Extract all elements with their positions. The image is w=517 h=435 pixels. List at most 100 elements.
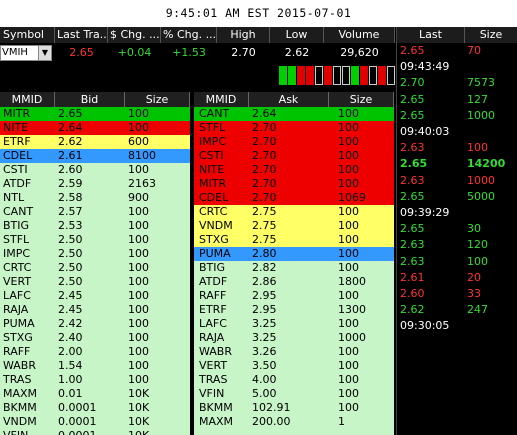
table-row[interactable]: MITR 2.70 100 [194, 177, 394, 191]
ask-col-ask[interactable]: Ask [249, 92, 329, 107]
trade-price: 2.65 [400, 222, 425, 236]
table-row[interactable]: LAFC 2.45 100 [0, 289, 190, 303]
time-sales-header: Last Size [397, 27, 517, 43]
cell-price: 2.70 [252, 121, 277, 134]
table-row[interactable]: RAJA 3.25 1000 [194, 331, 394, 345]
cell-mmid: BTIG [199, 261, 226, 274]
table-row[interactable]: CDEL 2.61 8100 [0, 149, 190, 163]
cell-mmid: MITR [3, 107, 31, 120]
col-header-last-trade[interactable]: Last Tra... [55, 27, 108, 43]
table-row[interactable]: STFL 2.70 100 [194, 121, 394, 135]
cell-size: 100 [128, 359, 149, 372]
bid-col-size[interactable]: Size [125, 92, 190, 107]
table-row[interactable]: VFIN 0.0001 10K [0, 429, 190, 435]
col-header-symbol[interactable]: Symbol [0, 27, 55, 43]
cell-size: 600 [128, 135, 149, 148]
table-row[interactable]: CRTC 2.75 100 [194, 205, 394, 219]
table-row[interactable]: RAFF 2.95 100 [194, 289, 394, 303]
table-row[interactable]: CSTI 2.60 100 [0, 163, 190, 177]
symbol-select[interactable]: VMIH ▼ [0, 45, 52, 61]
col-header-high[interactable]: High [217, 27, 270, 43]
trade-size: 247 [467, 303, 488, 317]
table-row[interactable]: IMPC 2.70 100 [194, 135, 394, 149]
table-row[interactable]: TRAS 1.00 100 [0, 373, 190, 387]
cell-mmid: ETRF [199, 303, 227, 316]
trade-price: 2.65 [400, 108, 425, 122]
table-row[interactable]: ATDF 2.59 2163 [0, 177, 190, 191]
cell-mmid: VERT [3, 275, 32, 288]
activity-bar [333, 66, 341, 85]
col-header-percent-change[interactable]: % Chg. ... [161, 27, 217, 43]
table-row[interactable]: ETRF 2.95 1300 [194, 303, 394, 317]
table-row[interactable]: MAXM 200.00 1 [194, 415, 394, 429]
col-header-volume[interactable]: Volume [324, 27, 395, 43]
ask-col-size[interactable]: Size [329, 92, 394, 107]
table-row[interactable]: NITE 2.70 100 [194, 163, 394, 177]
cell-mmid: CDEL [199, 191, 229, 204]
cell-size: 10K [128, 387, 150, 400]
cell-price: 2.80 [252, 247, 277, 260]
table-row[interactable]: VFIN 5.00 100 [194, 387, 394, 401]
table-row[interactable]: LAFC 3.25 100 [194, 317, 394, 331]
ask-table: MMID Ask Size CANT 2.64 100 STFL 2.70 100 IMPC… [194, 92, 394, 435]
table-row[interactable]: BKMM 102.91 100 [194, 401, 394, 415]
table-row[interactable]: WABR 3.26 100 [194, 345, 394, 359]
cell-mmid: CANT [199, 107, 230, 120]
table-row[interactable]: BTIG 2.82 100 [194, 261, 394, 275]
time-stamp-row: 09:39:29 [397, 206, 517, 220]
trade-price: 2.65 [400, 44, 425, 57]
cell-size: 100 [338, 149, 359, 162]
ts-col-size[interactable]: Size [465, 27, 517, 43]
cell-price: 2.50 [58, 261, 83, 274]
table-row[interactable]: TRAS 4.00 100 [194, 373, 394, 387]
table-row[interactable]: MAXM 0.01 10K [0, 387, 190, 401]
col-header-low[interactable]: Low [270, 27, 324, 43]
table-row[interactable]: VERT 2.50 100 [0, 275, 190, 289]
table-row[interactable]: PUMA 2.42 100 [0, 317, 190, 331]
table-row[interactable]: NITE 2.64 100 [0, 121, 190, 135]
table-row[interactable]: ATDF 2.86 1800 [194, 275, 394, 289]
trade-price: 2.60 [400, 287, 425, 300]
table-row[interactable]: WABR 1.54 100 [0, 359, 190, 373]
cell-mmid: RAFF [199, 289, 227, 302]
table-row[interactable]: CANT 2.64 100 [194, 107, 394, 121]
table-row[interactable]: NTL 2.58 900 [0, 191, 190, 205]
cell-mmid: CSTI [3, 163, 28, 176]
table-row[interactable]: IMPC 2.50 100 [0, 247, 190, 261]
table-row[interactable]: STXG 2.40 100 [0, 331, 190, 345]
col-header-dollar-change[interactable]: $ Chg. ... [108, 27, 161, 43]
table-row[interactable]: RAFF 2.00 100 [0, 345, 190, 359]
cell-price: 2.42 [58, 317, 83, 330]
bid-col-bid[interactable]: Bid [55, 92, 125, 107]
trade-row: 2.65 5000 [397, 190, 517, 204]
ts-col-last[interactable]: Last [397, 27, 465, 43]
table-row[interactable]: CDEL 2.70 1069 [194, 191, 394, 205]
trade-size: 7573 [467, 76, 495, 90]
table-row[interactable]: VERT 3.50 100 [194, 359, 394, 373]
cell-size: 100 [128, 289, 149, 302]
table-row[interactable]: STXG 2.75 100 [194, 233, 394, 247]
table-row[interactable]: CANT 2.57 100 [0, 205, 190, 219]
table-row[interactable]: BKMM 0.0001 10K [0, 401, 190, 415]
table-row[interactable]: VNDM 2.75 100 [194, 219, 394, 233]
table-row[interactable]: CRTC 2.50 100 [0, 261, 190, 275]
table-row[interactable]: MITR 2.65 100 [0, 107, 190, 121]
ask-col-mmid[interactable]: MMID [194, 92, 249, 107]
table-row[interactable]: ETRF 2.62 600 [0, 135, 190, 149]
low-value: 2.62 [284, 46, 310, 59]
chevron-down-icon[interactable]: ▼ [38, 46, 51, 60]
cell-size: 1800 [338, 275, 366, 288]
cell-size: 10K [128, 429, 149, 435]
cell-size: 100 [338, 121, 359, 134]
table-row[interactable]: RAJA 2.45 100 [0, 303, 190, 317]
bid-col-mmid[interactable]: MMID [0, 92, 55, 107]
cell-mmid: BKMM [3, 401, 37, 414]
cell-mmid: PUMA [199, 247, 231, 260]
table-row[interactable]: BTIG 2.53 100 [0, 219, 190, 233]
trade-row: 2.62 247 [397, 303, 517, 317]
table-row[interactable]: STFL 2.50 100 [0, 233, 190, 247]
table-row[interactable]: VNDM 0.0001 10K [0, 415, 190, 429]
table-row[interactable]: PUMA 2.80 100 [194, 247, 394, 261]
trade-price: 2.65 [400, 189, 425, 203]
table-row[interactable]: CSTI 2.70 100 [194, 149, 394, 163]
